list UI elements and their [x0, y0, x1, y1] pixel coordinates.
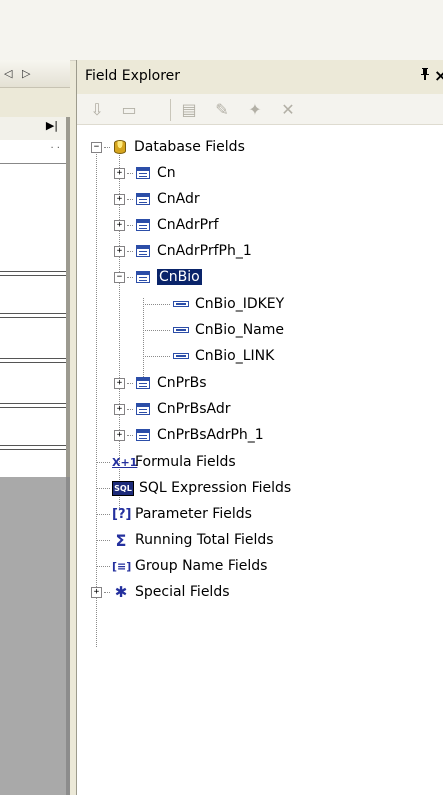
delete-field-icon[interactable]: ✕: [276, 98, 300, 120]
tree-node-formula-fields[interactable]: X+1 Formula Fields: [96, 451, 236, 473]
field-tree: − Database Fields + Cn + CnAdr + CnAdrPr…: [77, 124, 443, 724]
table-icon: [135, 427, 151, 443]
special-fields-icon: ✱: [114, 583, 128, 601]
running-total-icon: Σ: [115, 530, 127, 550]
group-name-icon: [≡]: [112, 559, 132, 573]
expand-toggle[interactable]: +: [114, 245, 125, 257]
panel-title: Field Explorer: [85, 68, 181, 84]
tree-node-parameter-fields[interactable]: [?] Parameter Fields: [96, 503, 252, 525]
formula-icon: X+1: [112, 455, 138, 469]
tree-node-running-total-fields[interactable]: Σ Running Total Fields: [96, 529, 274, 551]
table-icon: [135, 375, 151, 391]
close-icon[interactable]: ×: [434, 66, 443, 85]
tree-node-field[interactable]: CnBio_LINK: [143, 345, 274, 367]
database-icon: [112, 139, 128, 155]
tree-node-table[interactable]: + CnPrBsAdr: [114, 398, 230, 420]
expand-toggle[interactable]: +: [114, 403, 125, 415]
section-divider[interactable]: [0, 358, 66, 363]
expand-toggle[interactable]: +: [114, 167, 125, 179]
nav-next-icon[interactable]: ▷: [22, 67, 30, 80]
table-icon: [135, 217, 151, 233]
insert-to-report-icon[interactable]: ⇩: [85, 98, 109, 120]
tree-node-table[interactable]: + CnPrBs: [114, 372, 207, 394]
designer-gray-area: [0, 477, 70, 795]
section-divider[interactable]: [0, 313, 66, 318]
designer-nav-bar: ◁ ▷: [0, 60, 70, 88]
section-divider[interactable]: [0, 271, 66, 276]
toolbar-separator: [170, 99, 171, 121]
selected-node-label: CnBio: [156, 268, 203, 286]
tree-node-field[interactable]: CnBio_IDKEY: [143, 293, 284, 315]
new-field-icon[interactable]: ▤: [177, 98, 201, 120]
parameter-icon: [?]: [112, 506, 132, 522]
browse-data-icon[interactable]: ▭: [117, 98, 141, 120]
collapse-toggle[interactable]: −: [114, 271, 125, 283]
collapse-toggle[interactable]: −: [91, 141, 102, 153]
pin-icon[interactable]: [419, 67, 433, 85]
field-icon: [173, 322, 189, 338]
tree-node-table[interactable]: + CnAdrPrf: [114, 214, 219, 236]
expand-toggle[interactable]: +: [114, 429, 125, 441]
tree-node-field[interactable]: CnBio_Name: [143, 319, 284, 341]
top-strip: [0, 0, 443, 61]
table-icon: [135, 243, 151, 259]
tree-node-database-fields[interactable]: − Database Fields: [91, 136, 245, 158]
tree-node-table[interactable]: + CnPrBsAdrPh_1: [114, 424, 264, 446]
tree-node-table[interactable]: + CnAdrPrfPh_1: [114, 240, 252, 262]
tree-node-special-fields[interactable]: + ✱ Special Fields: [91, 581, 230, 603]
tree-node-table[interactable]: + CnAdr: [114, 188, 200, 210]
tree-node-table-cnbio[interactable]: − CnBio: [114, 266, 203, 288]
expand-toggle[interactable]: +: [114, 193, 125, 205]
section-divider[interactable]: [0, 403, 66, 408]
nav-prev-icon[interactable]: ◁: [4, 67, 12, 80]
panel-header: Field Explorer ×: [77, 60, 443, 95]
table-icon: [135, 269, 151, 285]
table-icon: [135, 401, 151, 417]
expand-toggle[interactable]: +: [114, 377, 125, 389]
table-icon: [135, 191, 151, 207]
nav-last-icon[interactable]: ▶|: [46, 119, 58, 132]
field-explorer-panel: Field Explorer × ⇩ ▭ ▤ ✎ ✦ ✕ − Database …: [76, 60, 443, 795]
table-icon: [135, 165, 151, 181]
edit-field-icon[interactable]: ✎: [210, 98, 234, 120]
section-divider[interactable]: [0, 445, 66, 450]
field-icon: [173, 348, 189, 364]
rename-field-icon[interactable]: ✦: [243, 98, 267, 120]
tree-node-sql-expression-fields[interactable]: SQL SQL Expression Fields: [96, 477, 291, 499]
report-designer-pane: ◁ ▷ ▶| · ·: [0, 60, 70, 795]
sql-icon: SQL: [112, 480, 134, 496]
tree-node-table[interactable]: + Cn: [114, 162, 176, 184]
ruler-ticks: · ·: [50, 143, 60, 154]
expand-toggle[interactable]: +: [91, 586, 102, 598]
field-icon: [173, 296, 189, 312]
expand-toggle[interactable]: +: [114, 219, 125, 231]
field-explorer-toolbar: ⇩ ▭ ▤ ✎ ✦ ✕: [77, 94, 443, 125]
tree-node-group-name-fields[interactable]: [≡] Group Name Fields: [96, 555, 267, 577]
